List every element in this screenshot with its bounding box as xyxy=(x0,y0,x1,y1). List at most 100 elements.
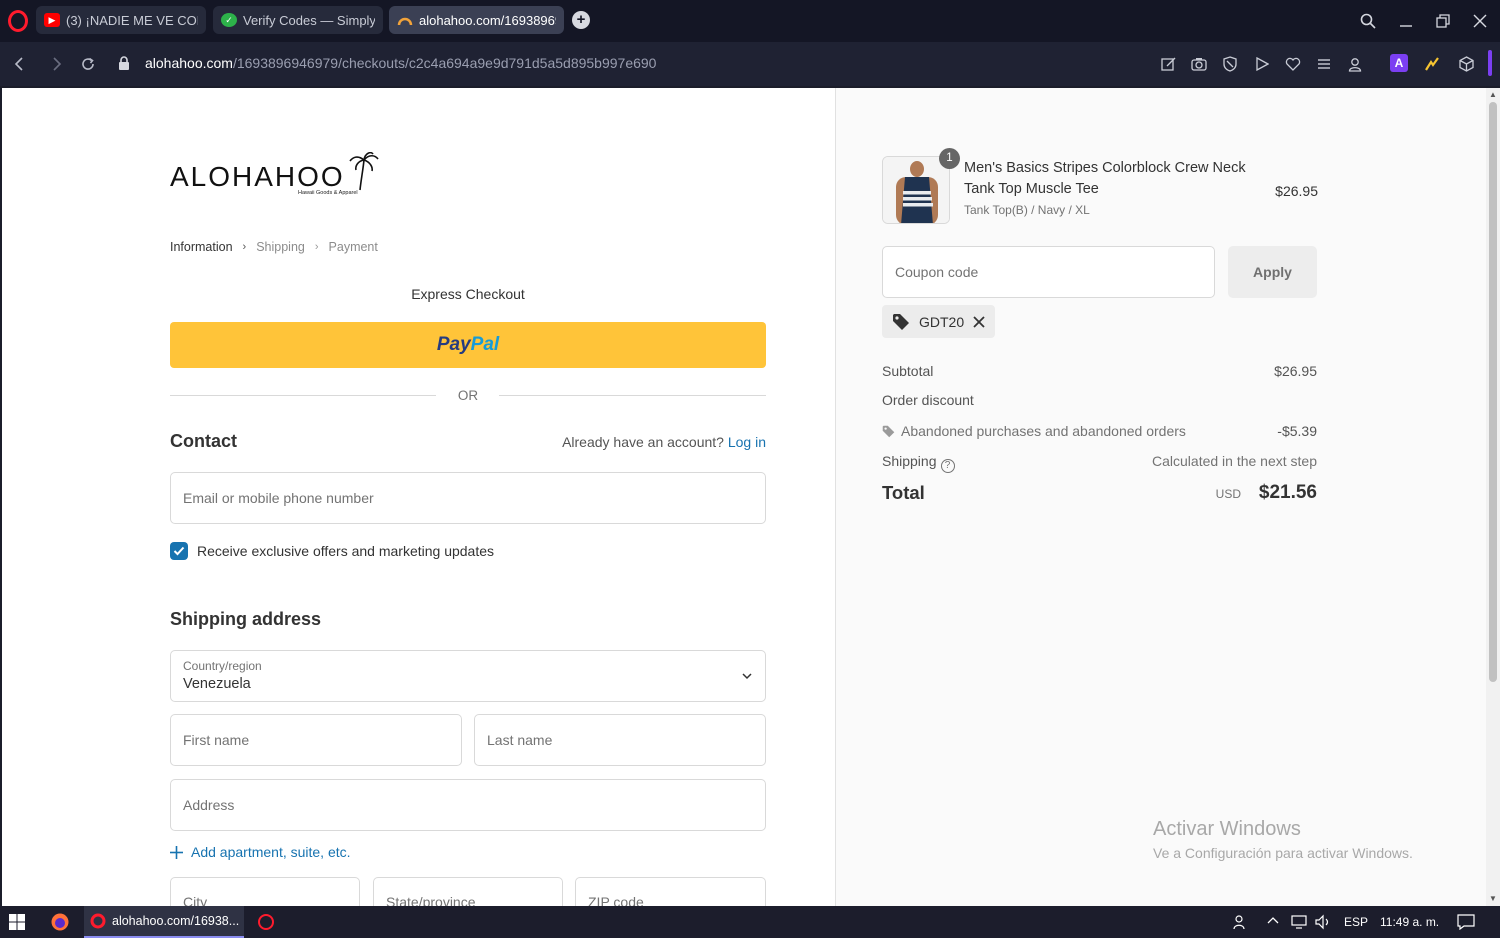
breadcrumb: Information › Shipping › Payment xyxy=(170,240,378,254)
state-field[interactable]: State/province xyxy=(373,877,563,906)
paypal-button[interactable]: Pay Pal xyxy=(170,322,766,368)
people-icon[interactable] xyxy=(1233,914,1249,933)
email-field[interactable]: Email or mobile phone number xyxy=(170,472,766,524)
city-placeholder: City xyxy=(183,894,208,906)
address-field[interactable]: Address xyxy=(170,779,766,831)
shipping-label: Shipping xyxy=(882,453,937,469)
remove-discount-icon[interactable] xyxy=(973,315,985,328)
url-path: /1693896946979/checkouts/c2c4a694a9e9d79… xyxy=(232,55,657,71)
adblock-shield-icon[interactable] xyxy=(1220,54,1240,74)
last-name-placeholder: Last name xyxy=(487,732,553,748)
login-link[interactable]: Log in xyxy=(728,434,766,450)
heart-icon[interactable] xyxy=(1283,54,1303,74)
breadcrumb-shipping: Shipping xyxy=(256,240,305,254)
notifications-icon[interactable] xyxy=(1457,914,1475,933)
volume-icon[interactable] xyxy=(1314,914,1332,933)
restore-button[interactable] xyxy=(1430,8,1456,34)
discount-value: -$5.39 xyxy=(1277,423,1317,439)
opera-gx-icon[interactable] xyxy=(256,906,276,938)
profile-icon[interactable] xyxy=(1345,54,1365,74)
discount-line-row: Abandoned purchases and abandoned orders… xyxy=(882,423,1317,439)
first-name-field[interactable]: First name xyxy=(170,714,462,766)
subtotal-label: Subtotal xyxy=(882,363,934,379)
quantity-badge: 1 xyxy=(939,148,960,169)
currency-code: USD xyxy=(1215,487,1241,501)
total-row: Total USD $21.56 xyxy=(882,482,1317,504)
alohahoo-logo[interactable]: ALOHAHOO Hawaii Goods & Apparel xyxy=(170,152,382,196)
product-name: Men's Basics Stripes Colorblock Crew Nec… xyxy=(964,160,1246,197)
page-scrollbar[interactable]: ▲ ▼ xyxy=(1486,88,1500,906)
network-icon[interactable] xyxy=(1289,914,1307,933)
tab-alohahoo[interactable]: alohahoo.com/169389694 xyxy=(389,6,564,34)
country-label: Country/region xyxy=(183,659,262,673)
city-field[interactable]: City xyxy=(170,877,360,906)
windows-start-icon[interactable] xyxy=(8,906,26,938)
scroll-down-icon[interactable]: ▼ xyxy=(1489,894,1497,903)
reload-button[interactable] xyxy=(78,54,98,74)
opera-icon xyxy=(90,913,106,929)
scroll-up-icon[interactable]: ▲ xyxy=(1489,90,1497,99)
first-name-placeholder: First name xyxy=(183,732,250,748)
apply-coupon-button[interactable]: Apply xyxy=(1228,246,1317,298)
extension-bolt-icon[interactable] xyxy=(1422,54,1442,74)
help-circle-icon[interactable]: ? xyxy=(940,459,955,473)
opera-logo-icon[interactable] xyxy=(8,10,28,32)
zip-field[interactable]: ZIP code xyxy=(575,877,766,906)
extensions-cube-icon[interactable] xyxy=(1456,54,1476,74)
lock-icon[interactable] xyxy=(117,56,131,70)
coupon-code-input[interactable]: Coupon code xyxy=(882,246,1215,298)
breadcrumb-information[interactable]: Information xyxy=(170,240,233,254)
tab-youtube[interactable]: ▶ (3) ¡NADIE ME VE CON L xyxy=(36,6,206,34)
scrollbar-thumb[interactable] xyxy=(1489,102,1497,682)
account-prompt-text: Already have an account? xyxy=(562,434,724,450)
marketing-opt-in[interactable]: Receive exclusive offers and marketing u… xyxy=(170,542,494,560)
language-indicator[interactable]: ESP xyxy=(1344,915,1368,929)
new-tab-button[interactable]: + xyxy=(572,11,590,29)
checkmark-icon xyxy=(173,546,185,556)
add-apartment-link[interactable]: Add apartment, suite, etc. xyxy=(170,844,351,860)
minimize-button[interactable] xyxy=(1393,8,1419,34)
menu-list-icon[interactable] xyxy=(1314,54,1334,74)
divider xyxy=(170,395,436,396)
shipping-value: Calculated in the next step xyxy=(1152,453,1317,469)
extension-a-icon[interactable]: A xyxy=(1390,54,1408,72)
state-placeholder: State/province xyxy=(386,894,476,906)
youtube-icon: ▶ xyxy=(44,13,60,27)
camera-icon[interactable] xyxy=(1189,54,1209,74)
country-value: Venezuela xyxy=(183,676,251,692)
clock[interactable]: 11:49 a. m. xyxy=(1380,915,1439,929)
edit-page-icon[interactable] xyxy=(1158,54,1178,74)
marketing-checkbox[interactable] xyxy=(170,542,188,560)
chevron-right-icon: › xyxy=(242,241,247,253)
country-select[interactable]: Country/region Venezuela xyxy=(170,650,766,702)
chevron-right-icon: › xyxy=(314,241,319,253)
checkout-main: ALOHAHOO Hawaii Goods & Apparel Informat… xyxy=(2,88,835,906)
send-icon[interactable] xyxy=(1252,54,1272,74)
discount-name: Abandoned purchases and abandoned orders xyxy=(901,423,1186,439)
shipping-row: Shipping? Calculated in the next step xyxy=(882,453,1317,473)
price-tag-icon xyxy=(893,313,909,330)
total-value: $21.56 xyxy=(1258,482,1317,503)
product-variant: Tank Top(B) / Navy / XL xyxy=(964,203,1090,217)
chevron-up-icon[interactable] xyxy=(1266,914,1280,931)
sidebar-indicator xyxy=(1488,50,1492,76)
plus-icon xyxy=(170,845,183,859)
add-apartment-label: Add apartment, suite, etc. xyxy=(191,844,351,860)
search-tabs-icon[interactable] xyxy=(1355,8,1381,34)
last-name-field[interactable]: Last name xyxy=(474,714,766,766)
marketing-label: Receive exclusive offers and marketing u… xyxy=(197,543,495,559)
order-discount-label: Order discount xyxy=(882,392,974,408)
windows-activation-watermark: Activar Windows Ve a Configuración para … xyxy=(1153,818,1413,861)
close-window-button[interactable] xyxy=(1467,8,1493,34)
firefox-icon[interactable] xyxy=(50,906,70,938)
tab-verify-codes[interactable]: ✓ Verify Codes — SimplyC xyxy=(213,6,383,34)
address-placeholder: Address xyxy=(183,797,235,813)
taskbar-opera-window[interactable]: alohahoo.com/16938... xyxy=(84,906,244,938)
subtotal-value: $26.95 xyxy=(1274,363,1317,379)
forward-button[interactable] xyxy=(47,54,67,74)
windows-taskbar: alohahoo.com/16938... ESP 11:49 a. m. xyxy=(0,906,1500,938)
url-field[interactable]: alohahoo.com/1693896946979/checkouts/c2c… xyxy=(145,55,656,71)
logo-tagline: Hawaii Goods & Apparel xyxy=(298,190,358,196)
checkout-page: ALOHAHOO Hawaii Goods & Apparel Informat… xyxy=(2,88,1486,906)
back-button[interactable] xyxy=(9,54,29,74)
